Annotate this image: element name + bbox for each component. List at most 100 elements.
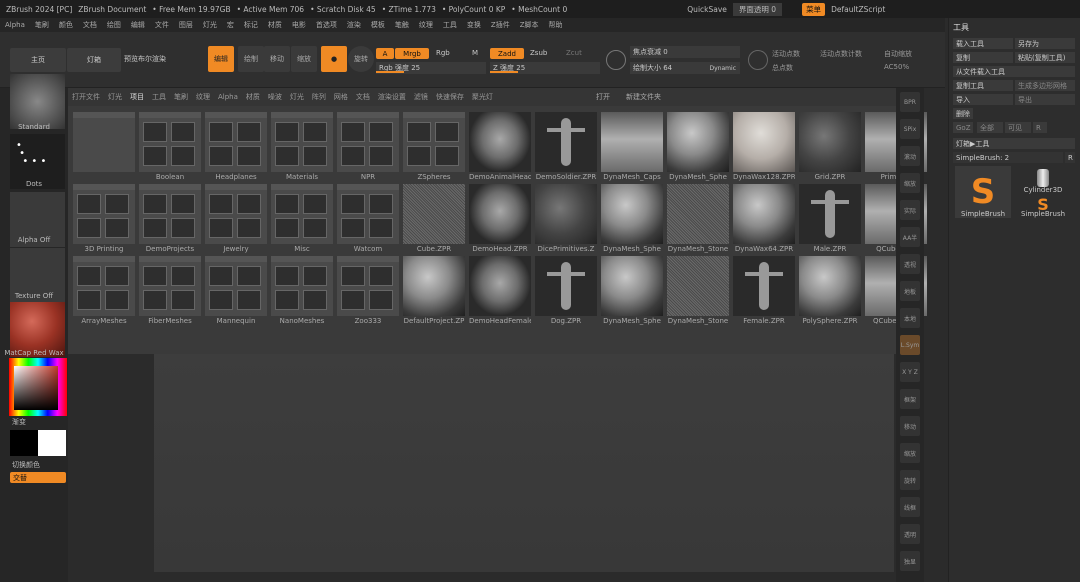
lightbox-tab[interactable]: 阵列: [312, 92, 326, 102]
color-picker-field[interactable]: [14, 366, 58, 410]
right-shelf-button[interactable]: 透明: [900, 524, 920, 544]
menu-item[interactable]: Z脚本: [520, 20, 539, 30]
goz-visible-button[interactable]: 可见: [1005, 122, 1031, 133]
right-shelf-button[interactable]: 缩放: [900, 443, 920, 463]
right-shelf-button[interactable]: 线框: [900, 497, 920, 517]
quicksave-button[interactable]: QuickSave: [687, 5, 727, 14]
lightbox-item[interactable]: Cube.ZPR: [403, 184, 465, 254]
rgb-toggle[interactable]: Rgb: [436, 49, 450, 57]
goz-all-button[interactable]: 全部: [977, 122, 1003, 133]
menu-item[interactable]: 宏: [227, 20, 234, 30]
rotate-button[interactable]: 旋转: [348, 46, 374, 72]
menu-item[interactable]: 工具: [443, 20, 457, 30]
menu-item[interactable]: 文档: [83, 20, 97, 30]
lightbox-item[interactable]: Zoo333: [337, 256, 399, 326]
right-shelf-button[interactable]: 框架: [900, 389, 920, 409]
clone-tool-button[interactable]: 复制工具: [953, 80, 1013, 91]
lightbox-tab[interactable]: 灯光: [290, 92, 304, 102]
right-shelf-button[interactable]: 缩放: [900, 173, 920, 193]
material-swatch-icon[interactable]: ●: [321, 46, 347, 72]
lightbox-tab[interactable]: 聚光灯: [472, 92, 493, 102]
menu-item[interactable]: 标记: [244, 20, 258, 30]
right-shelf-button[interactable]: 旋转: [900, 470, 920, 490]
menu-item[interactable]: 编辑: [131, 20, 145, 30]
secondary-color-swatch[interactable]: [38, 430, 66, 456]
move-button[interactable]: 移动: [264, 46, 290, 72]
copy-tool-button[interactable]: 复制: [953, 52, 1013, 63]
current-tool-r-button[interactable]: R: [1065, 152, 1075, 163]
lightbox-tools-button[interactable]: 灯箱▶工具: [953, 138, 1075, 149]
goz-r-button[interactable]: R: [1033, 122, 1047, 133]
menu-item[interactable]: 帮助: [549, 20, 563, 30]
right-shelf-button[interactable]: 地板: [900, 281, 920, 301]
lightbox-tab[interactable]: 渲染设置: [378, 92, 406, 102]
lightbox-item[interactable]: DicePrimitives.Z: [535, 184, 597, 254]
switch-color-button[interactable]: 切换颜色: [0, 460, 68, 470]
lightbox-tab[interactable]: 项目: [130, 92, 144, 102]
lightbox-tab[interactable]: 工具: [152, 92, 166, 102]
lightbox-item[interactable]: DemoAnimalHead: [469, 112, 531, 182]
zadd-toggle[interactable]: Zadd: [490, 48, 524, 59]
right-shelf-button[interactable]: L.Sym: [900, 335, 920, 355]
zcut-toggle[interactable]: Zcut: [566, 49, 582, 57]
current-tool-slider[interactable]: SimpleBrush: 2: [953, 152, 1063, 163]
menus-button[interactable]: 菜单: [802, 2, 826, 16]
menu-item[interactable]: 笔触: [395, 20, 409, 30]
lightbox-item[interactable]: Boolean: [139, 112, 201, 182]
lightbox-item[interactable]: Headplanes: [205, 112, 267, 182]
menu-item[interactable]: 灯光: [203, 20, 217, 30]
lightbox-item[interactable]: DemoSoldier.ZPR: [535, 112, 597, 182]
menu-item[interactable]: 颜色: [59, 20, 73, 30]
lightbox-item[interactable]: Jewelry: [205, 184, 267, 254]
delete-button[interactable]: 删除: [953, 108, 973, 119]
menu-item[interactable]: 首选项: [316, 20, 337, 30]
home-button[interactable]: 主页: [10, 48, 66, 72]
right-shelf-button[interactable]: 滚动: [900, 146, 920, 166]
menu-item[interactable]: Z插件: [491, 20, 510, 30]
lightbox-button[interactable]: 灯箱: [67, 48, 121, 72]
export-button[interactable]: 导出: [1015, 94, 1075, 105]
lightbox-item[interactable]: NanoMeshes: [271, 256, 333, 326]
lightbox-item[interactable]: DemoHead.ZPR: [469, 184, 531, 254]
lightbox-item[interactable]: DynaWax128.ZPR: [733, 112, 795, 182]
lightbox-item[interactable]: FiberMeshes: [139, 256, 201, 326]
lightbox-item[interactable]: DynaMesh_Stone: [667, 184, 729, 254]
edit-button[interactable]: 编辑: [208, 46, 234, 72]
save-as-button[interactable]: 另存为: [1015, 38, 1075, 49]
primary-color-swatch[interactable]: [10, 430, 38, 456]
lightbox-item[interactable]: Female.ZPR: [733, 256, 795, 326]
lightbox-item[interactable]: DefaultProject.ZP: [403, 256, 465, 326]
lightbox-item[interactable]: ZSpheres: [403, 112, 465, 182]
right-shelf-button[interactable]: 本地: [900, 308, 920, 328]
right-shelf-button[interactable]: SPix: [900, 119, 920, 139]
preview-boolean-button[interactable]: 预览布尔渲染: [124, 54, 166, 64]
lightbox-tab[interactable]: 灯光: [108, 92, 122, 102]
right-shelf-button[interactable]: AA半: [900, 227, 920, 247]
lightbox-item[interactable]: DynaMesh_Caps: [601, 112, 663, 182]
menu-item[interactable]: 文件: [155, 20, 169, 30]
lightbox-item[interactable]: Male.ZPR: [799, 184, 861, 254]
right-shelf-button[interactable]: 实际: [900, 200, 920, 220]
alternate-button[interactable]: 交替: [10, 472, 66, 483]
lightbox-item[interactable]: Misc: [271, 184, 333, 254]
load-tool-button[interactable]: 载入工具: [953, 38, 1013, 49]
lightbox-item[interactable]: DynaMesh_Sphe: [601, 256, 663, 326]
new-folder-button[interactable]: 新建文件夹: [626, 92, 661, 102]
lightbox-item[interactable]: DynaMesh_Stone: [667, 256, 729, 326]
lightbox-item[interactable]: Watcom: [337, 184, 399, 254]
right-shelf-button[interactable]: BPR: [900, 92, 920, 112]
script-label[interactable]: DefaultZScript: [831, 5, 885, 14]
lightbox-item[interactable]: DemoHeadFemale: [469, 256, 531, 326]
menu-item[interactable]: Alpha: [5, 21, 25, 29]
auto-zoom[interactable]: 自动缩放: [884, 49, 912, 59]
lightbox-tab[interactable]: Alpha: [218, 93, 238, 101]
lightbox-item[interactable]: DynaMesh_Sphe: [667, 112, 729, 182]
right-shelf-button[interactable]: 独显: [900, 551, 920, 571]
focal-shift-slider[interactable]: 焦点衰减 0: [630, 46, 740, 58]
lightbox-tab[interactable]: 打开文件: [72, 92, 100, 102]
import-button[interactable]: 导入: [953, 94, 1013, 105]
lightbox-item[interactable]: 3D Printing: [73, 184, 135, 254]
transparency-slider[interactable]: 界面透明 0: [732, 2, 783, 16]
zsub-toggle[interactable]: Zsub: [530, 49, 547, 57]
lightbox-item[interactable]: ArrayMeshes: [73, 256, 135, 326]
